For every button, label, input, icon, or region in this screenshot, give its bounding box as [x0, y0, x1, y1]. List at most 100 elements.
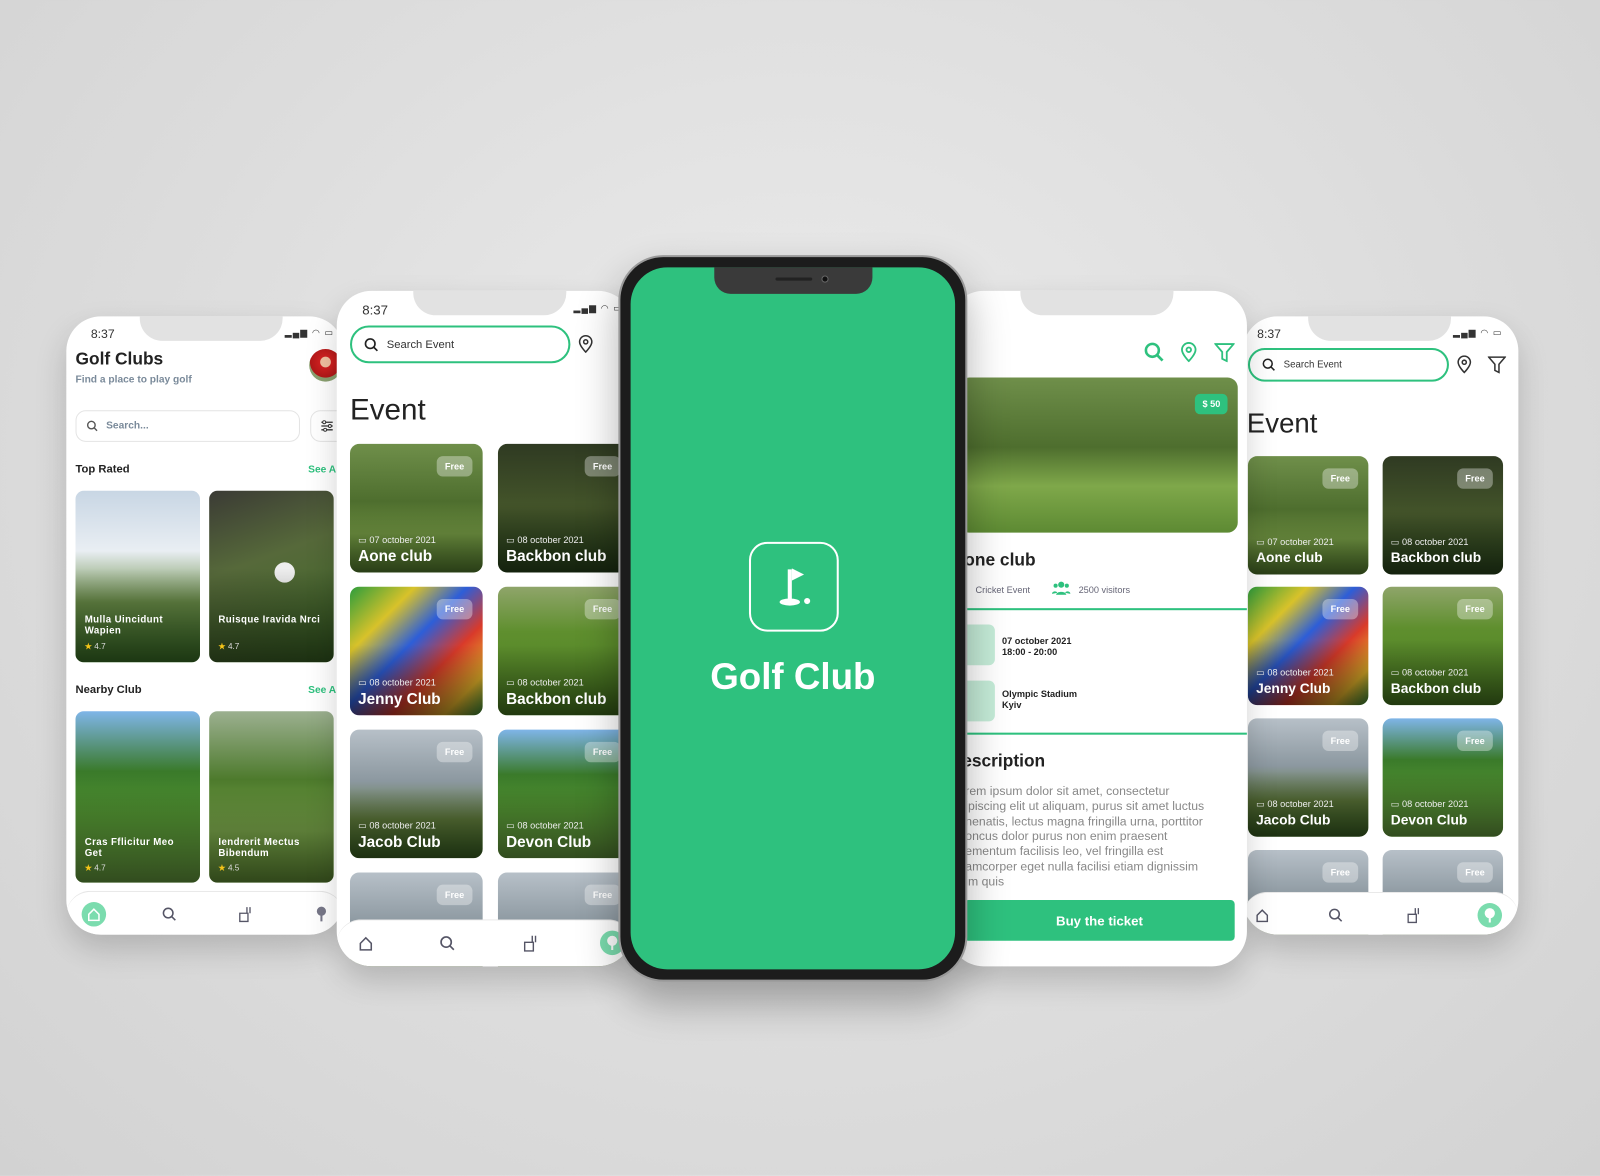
search-icon	[162, 907, 176, 921]
search-icon[interactable]	[1144, 342, 1164, 362]
venue-name: Olympic Stadium	[1002, 688, 1078, 699]
nav-search[interactable]	[435, 931, 459, 955]
status-icons: ▂▄▆ ◠ ▭	[573, 303, 624, 314]
nav-search[interactable]	[1323, 903, 1347, 927]
event-card[interactable]: Free ▭ 07 october 2021 Aone club	[349, 443, 483, 573]
page-title: Event	[349, 393, 426, 427]
event-time: 18:00 - 20:00	[1002, 646, 1058, 658]
event-card[interactable]: Free ▭ 07 october 2021 Aone club	[1247, 456, 1369, 575]
event-card[interactable]: Free ▭ 08 october 2021 Devon Club	[1382, 718, 1504, 837]
status-icons: ▂▄▆ ◠ ▭	[1453, 327, 1503, 338]
nav-golf-bag[interactable]	[233, 902, 257, 926]
nav-golf-bag[interactable]	[1401, 903, 1425, 927]
nav-golf-tee[interactable]	[309, 902, 333, 926]
rating-value: 4.5	[227, 863, 240, 873]
event-card[interactable]: Free ▭ 08 october 2021 Jenny Club	[349, 586, 483, 716]
club-card[interactable]: Iendrerit Mectus Bibendum ★ 4.5	[209, 711, 334, 883]
price-badge: Free	[436, 456, 473, 477]
event-date-text: 08 october 2021	[517, 534, 584, 545]
event-card[interactable]: Free ▭ 08 october 2021 Devon Club	[497, 729, 631, 859]
top-rated-see-all-link[interactable]: See A	[308, 464, 336, 475]
price-badge: Free	[584, 741, 621, 763]
golf-flag-icon	[779, 568, 811, 606]
bottom-nav	[1242, 891, 1519, 935]
rating-value: 4.7	[94, 863, 106, 873]
nav-golf-tee[interactable]	[1477, 903, 1503, 928]
event-card[interactable]: Free ▭ 08 october 2021 Jacob Club	[1247, 718, 1369, 837]
star-icon: ★	[218, 863, 226, 873]
event-name: Backbon club	[506, 690, 607, 709]
event-card[interactable]: Free ▭ 08 october 2021 Backbon club	[1382, 456, 1504, 575]
search-icon	[364, 337, 378, 351]
speaker-grille	[775, 277, 813, 281]
event-date: ▭ 08 october 2021	[506, 678, 584, 689]
event-card[interactable]: Free ▭ 08 october 2021 Backbon club	[1382, 586, 1504, 706]
nav-golf-bag[interactable]	[517, 931, 541, 955]
event-date-text: 08 october 2021	[1402, 798, 1469, 810]
nearby-heading: Nearby Club	[75, 683, 142, 696]
search-placeholder: Search Event	[386, 338, 455, 351]
golf-bag-icon	[523, 935, 536, 952]
home-icon	[359, 936, 372, 951]
event-date-text: 07 october 2021	[1267, 536, 1334, 547]
club-card[interactable]: Ruisque Iravida Nrci ★ 4.7	[209, 490, 334, 663]
nav-search[interactable]	[157, 902, 181, 926]
location-pin-icon[interactable]	[578, 334, 594, 354]
club-card[interactable]: Mulla Uincidunt Wapien ★ 4.7	[75, 490, 200, 663]
club-card[interactable]: Cras Fflicitur Meo Get ★ 4.7	[75, 711, 200, 883]
event-card[interactable]: Free ▭ 08 october 2021 Jenny Club	[1247, 586, 1369, 706]
home-screen-phone: 8:37 ▂▄▆ ◠ ▭ Golf Clubs Find a place to …	[66, 316, 344, 935]
event-date: ▭ 08 october 2021	[1391, 667, 1469, 678]
club-name: Ruisque Iravida Nrci	[218, 614, 321, 626]
description-line: amcorper eget nulla facilisi etiam digni…	[965, 859, 1199, 874]
price-badge: Free	[584, 598, 621, 620]
search-icon	[1262, 358, 1275, 371]
calendar-icon: ▭	[1390, 667, 1400, 678]
event-date: ▭ 08 october 2021	[506, 820, 584, 831]
search-input[interactable]: Search Event	[349, 325, 571, 364]
filter-icon[interactable]	[1487, 356, 1507, 374]
club-name: Cras Fflicitur Meo Get	[84, 836, 174, 860]
event-date-text: 07 october 2021	[369, 534, 436, 545]
page-title: Golf Clubs	[75, 348, 164, 369]
price-badge: Free	[436, 741, 473, 763]
event-card[interactable]: Free ▭ 08 october 2021 Jacob Club	[349, 729, 483, 859]
event-name: Jacob Club	[1256, 812, 1331, 828]
event-card[interactable]: Free ▭ 08 october 2021 Backbon club	[497, 443, 631, 573]
page-title: Event	[1246, 408, 1318, 439]
venue-city: Kyiv	[1002, 699, 1022, 711]
event-card[interactable]: Free ▭ 08 october 2021 Backbon club	[497, 586, 631, 716]
club-rating: ★ 4.7	[218, 642, 239, 651]
phone-notch	[1020, 290, 1174, 316]
location-pin-icon[interactable]	[1456, 355, 1472, 374]
search-input[interactable]: Search...	[75, 410, 300, 442]
search-placeholder: Search...	[106, 420, 149, 432]
location-pin-icon[interactable]	[1180, 342, 1198, 363]
search-input[interactable]: Search Event	[1247, 347, 1449, 382]
splash-screen: Golf Club	[630, 267, 956, 970]
price-badge: Free	[1457, 862, 1493, 883]
nav-home[interactable]	[81, 902, 107, 927]
event-date: ▭ 08 october 2021	[1256, 799, 1334, 810]
club-name: Mulla Uincidunt Wapien	[84, 614, 163, 637]
event-name: Jenny Club	[358, 690, 441, 709]
description-line: ementum facilisis leo, vel fringilla est	[965, 844, 1164, 859]
home-icon	[1256, 909, 1269, 923]
nearby-see-all-link[interactable]: See A	[308, 685, 336, 696]
price-badge: Free	[584, 884, 621, 906]
event-hero-image: $ 50	[959, 377, 1238, 533]
price-badge: $ 50	[1195, 393, 1228, 415]
club-rating: ★ 4.7	[85, 642, 106, 651]
nav-home[interactable]	[353, 931, 377, 955]
price-badge: Free	[1322, 468, 1359, 489]
bottom-nav	[336, 919, 633, 967]
buy-ticket-button[interactable]: Buy the ticket	[964, 899, 1235, 941]
club-rating: ★ 4.5	[218, 863, 239, 872]
calendar-icon: ▭	[506, 534, 515, 545]
description-line: oncus dolor purus non enim praesent	[965, 828, 1168, 844]
filter-icon[interactable]	[1214, 343, 1235, 363]
nav-home[interactable]	[1250, 903, 1274, 927]
event-title: one club	[964, 549, 1036, 570]
event-date: ▭ 08 october 2021	[506, 535, 584, 546]
event-date-text: 08 october 2021	[517, 677, 584, 688]
